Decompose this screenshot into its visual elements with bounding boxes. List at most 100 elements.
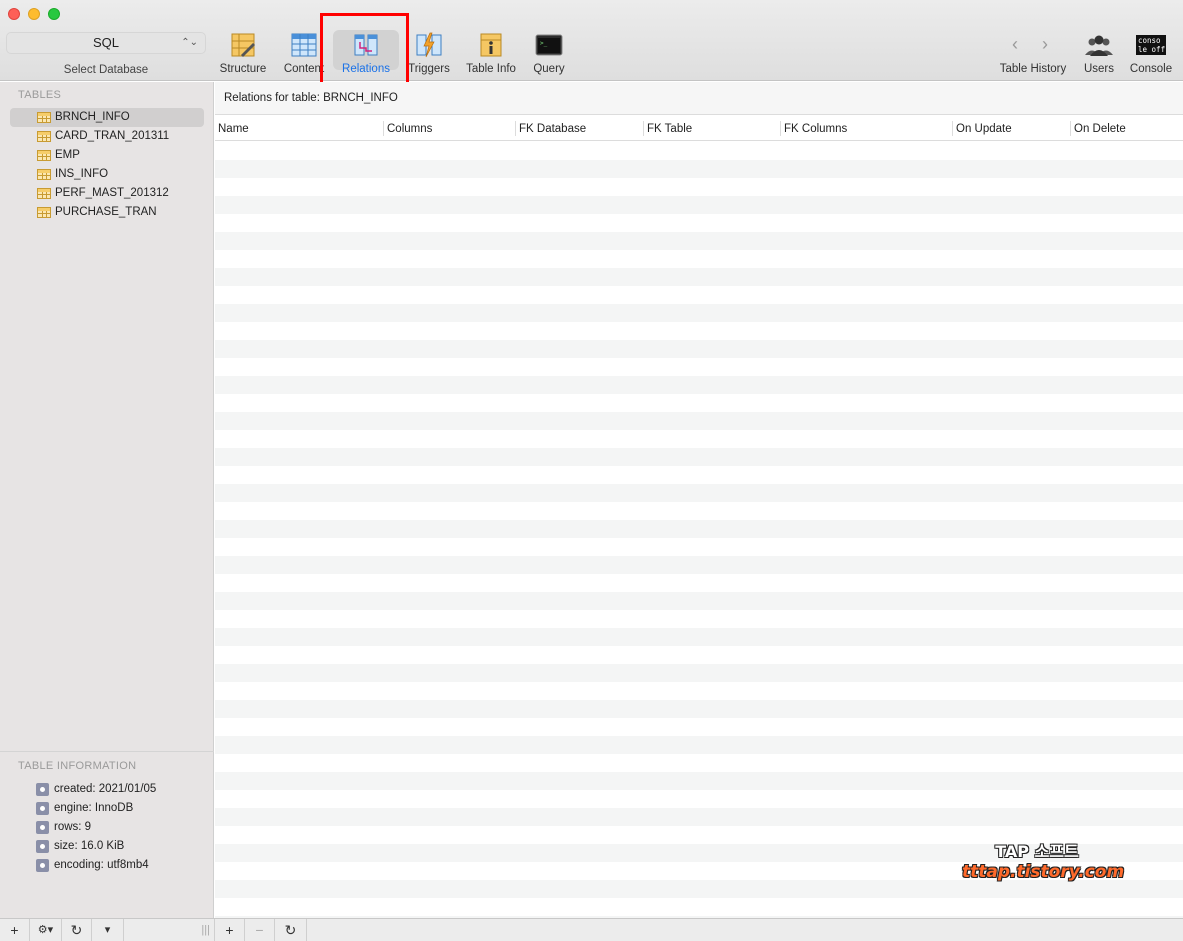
table-name: PURCHASE_TRAN: [55, 206, 157, 218]
table-name: BRNCH_INFO: [55, 111, 130, 123]
relations-table-header: Name Columns FK Database FK Table FK Col…: [215, 116, 1183, 141]
table-icon: [37, 112, 51, 123]
svg-text:conso: conso: [1138, 36, 1161, 45]
table-information-heading: TABLE INFORMATION: [18, 760, 137, 772]
column-separator[interactable]: [1070, 121, 1071, 136]
toolbar-table-info-label: Table Info: [466, 63, 516, 75]
history-arrows-icon: ‹ ›: [1006, 34, 1058, 54]
toolbar-triggers-label: Triggers: [408, 63, 450, 75]
toolbar-structure-button[interactable]: Structure: [214, 28, 272, 78]
sidebar: TABLES BRNCH_INFO CARD_TRAN_201311 EMP I…: [0, 82, 214, 918]
column-header-columns[interactable]: Columns: [387, 116, 432, 141]
column-separator[interactable]: [643, 121, 644, 136]
close-window-button[interactable]: [8, 8, 20, 20]
svg-text:>_: >_: [540, 40, 548, 47]
refresh-relations-button[interactable]: ↻: [275, 919, 307, 941]
column-separator[interactable]: [952, 121, 953, 136]
table-list-item[interactable]: BRNCH_INFO: [10, 108, 204, 127]
console-icon: conso le off: [1136, 35, 1166, 55]
toolbar-triggers-button[interactable]: Triggers: [404, 28, 454, 78]
table-name: PERF_MAST_201312: [55, 187, 169, 199]
chevron-updown-icon: ⌃⌄: [181, 37, 198, 48]
table-info-text: encoding: utf8mb4: [54, 859, 149, 871]
table-info-text: engine: InnoDB: [54, 802, 134, 814]
table-info-text: created: 2021/01/05: [54, 783, 157, 795]
history-forward-icon[interactable]: ›: [1042, 34, 1048, 54]
database-select[interactable]: SQL ⌃⌄: [6, 32, 206, 54]
minimize-window-button[interactable]: [28, 8, 40, 20]
triggers-icon: [416, 32, 442, 58]
toolbar-structure-label: Structure: [219, 63, 267, 75]
sidebar-resize-handle[interactable]: |||: [124, 919, 215, 941]
toolbar-query-button[interactable]: >_ Query: [526, 28, 572, 78]
table-icon: [37, 150, 51, 161]
info-bullet-icon: [36, 783, 49, 796]
column-header-fk-database[interactable]: FK Database: [519, 116, 586, 141]
add-relation-button[interactable]: +: [215, 919, 245, 941]
relations-caption: Relations for table: BRNCH_INFO: [215, 82, 1183, 115]
table-icon: [37, 188, 51, 199]
watermark-line1: TAP 소프트: [995, 842, 1079, 861]
table-list-item[interactable]: CARD_TRAN_201311: [10, 127, 204, 146]
table-info-icon: [480, 33, 502, 57]
zoom-window-button[interactable]: [48, 8, 60, 20]
table-name: CARD_TRAN_201311: [55, 130, 170, 142]
table-list-item[interactable]: EMP: [10, 146, 204, 165]
info-bullet-icon: [36, 821, 49, 834]
watermark: TAP 소프트 tttap.tistory.com: [962, 838, 1125, 882]
table-icon: [37, 131, 51, 142]
toolbar-content-label: Content: [283, 63, 325, 75]
toolbar-query-label: Query: [533, 63, 565, 75]
toolbar-content-button[interactable]: Content: [276, 28, 332, 78]
relations-pane: Relations for table: BRNCH_INFO Name Col…: [215, 82, 1183, 918]
toolbar-console-label: Console: [1129, 63, 1173, 75]
toolbar-users-button[interactable]: Users: [1078, 28, 1120, 78]
toolbar-users-label: Users: [1083, 63, 1115, 75]
table-list-item[interactable]: PURCHASE_TRAN: [10, 203, 204, 222]
bottom-bar: + ⚙▾ ↻ ▾ ||| + − ↻: [0, 918, 1183, 941]
gear-menu-button[interactable]: ⚙▾: [30, 919, 62, 941]
table-icon: [37, 169, 51, 180]
relations-icon: [354, 34, 378, 56]
toolbar-table-history-label: Table History: [999, 63, 1067, 75]
filter-tables-button[interactable]: ▾: [92, 919, 124, 941]
table-icon: [37, 207, 51, 218]
table-info-text: rows: 9: [54, 821, 92, 833]
tables-heading: TABLES: [18, 89, 62, 101]
content-icon: [291, 33, 317, 57]
column-separator[interactable]: [780, 121, 781, 136]
toolbar-table-info-button[interactable]: Table Info: [462, 28, 520, 78]
svg-text:le off: le off: [1138, 45, 1165, 54]
history-back-icon[interactable]: ‹: [1012, 34, 1018, 54]
info-bullet-icon: [36, 859, 49, 872]
table-info-text: size: 16.0 KiB: [54, 840, 125, 852]
toolbar-table-history[interactable]: ‹ › Table History: [996, 28, 1070, 78]
table-name: INS_INFO: [55, 168, 109, 180]
query-icon: >_: [535, 34, 563, 56]
database-select-value: SQL: [92, 35, 119, 50]
refresh-tables-button[interactable]: ↻: [62, 919, 92, 941]
column-header-fk-table[interactable]: FK Table: [647, 116, 692, 141]
column-header-name[interactable]: Name: [218, 116, 249, 141]
add-table-button[interactable]: +: [0, 919, 30, 941]
column-header-on-delete[interactable]: On Delete: [1074, 116, 1126, 141]
database-select-caption: Select Database: [63, 64, 149, 76]
toolbar-console-button[interactable]: conso le off Console: [1128, 28, 1174, 78]
column-header-fk-columns[interactable]: FK Columns: [784, 116, 847, 141]
column-separator[interactable]: [383, 121, 384, 136]
table-list-item[interactable]: PERF_MAST_201312: [10, 184, 204, 203]
table-list-item[interactable]: INS_INFO: [10, 165, 204, 184]
remove-relation-button[interactable]: −: [245, 919, 275, 941]
column-separator[interactable]: [515, 121, 516, 136]
info-bullet-icon: [36, 840, 49, 853]
relations-table-body[interactable]: [215, 142, 1183, 918]
users-icon: [1085, 35, 1113, 56]
toolbar-relations-button[interactable]: Relations: [333, 28, 399, 78]
info-bullet-icon: [36, 802, 49, 815]
column-header-on-update[interactable]: On Update: [956, 116, 1012, 141]
window-toolbar: SQL ⌃⌄ Select Database Structure Content: [0, 0, 1183, 96]
table-name: EMP: [55, 149, 80, 161]
structure-icon: [231, 33, 255, 57]
sidebar-divider: [0, 751, 214, 752]
watermark-line2: tttap.tistory.com: [962, 862, 1125, 882]
